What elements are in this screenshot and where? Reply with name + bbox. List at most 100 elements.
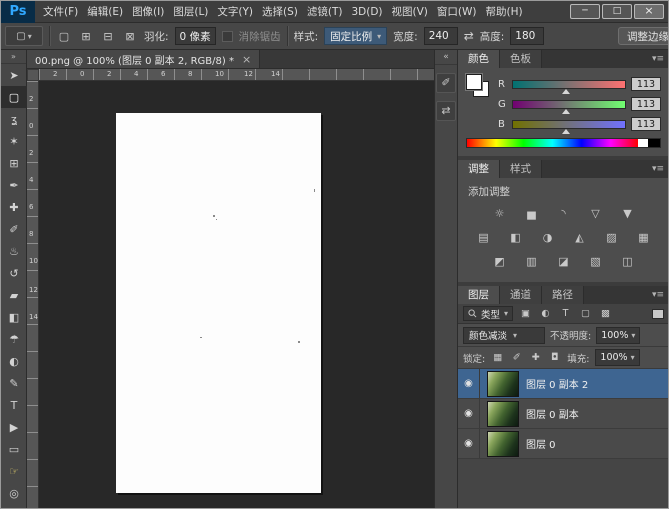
slider-thumb-icon[interactable] — [562, 109, 570, 114]
clone-stamp-tool[interactable]: ♨ — [1, 240, 27, 262]
feather-input[interactable]: 0 像素 — [175, 27, 216, 45]
canvas-page[interactable] — [116, 113, 321, 493]
adjustment-color-balance-icon[interactable]: ◧ — [506, 229, 526, 245]
expand-panels-icon[interactable]: « — [435, 50, 457, 65]
document-tab[interactable]: 00.png @ 100% (图层 0 副本 2, RGB/8) * × — [27, 50, 260, 68]
menu-3d[interactable]: 3D(D) — [351, 1, 382, 23]
antialias-checkbox[interactable] — [222, 31, 233, 42]
blend-mode-select[interactable]: 颜色减淡 ▾ — [463, 327, 545, 344]
dodge-tool[interactable]: ◐ — [1, 350, 27, 372]
minimize-button[interactable]: ─ — [570, 4, 600, 19]
layer-row[interactable]: ◉ 图层 0 副本 — [458, 399, 669, 429]
adjustment-hue-saturation-icon[interactable]: ▤ — [474, 229, 494, 245]
tool-preset-dropdown[interactable]: ▢ ▾ — [5, 26, 43, 46]
healing-brush-tool[interactable]: ✚ — [1, 196, 27, 218]
ruler-origin-box[interactable] — [27, 69, 39, 81]
menu-edit[interactable]: 编辑(E) — [87, 1, 123, 23]
adjustment-posterize-icon[interactable]: ▥ — [522, 253, 542, 269]
menu-file[interactable]: 文件(F) — [43, 1, 78, 23]
filter-shape-layers-icon[interactable]: ▢ — [578, 308, 593, 319]
layer-row[interactable]: ◉ 图层 0 — [458, 429, 669, 459]
collapsed-clone-source-panel-icon[interactable]: ⇄ — [436, 101, 456, 121]
canvas-viewport[interactable] — [39, 81, 434, 509]
shape-tool[interactable]: ▭ — [1, 438, 27, 460]
layer-visibility-toggle[interactable]: ◉ — [458, 429, 480, 458]
adjustment-photo-filter-icon[interactable]: ◭ — [570, 229, 590, 245]
foreground-background-swatches[interactable] — [466, 74, 490, 98]
gradient-tool[interactable]: ◧ — [1, 306, 27, 328]
tab-paths[interactable]: 路径 — [542, 286, 584, 304]
adjustment-invert-icon[interactable]: ◩ — [490, 253, 510, 269]
toolstrip-collapse-icon[interactable]: » — [1, 50, 26, 64]
close-button[interactable]: × — [634, 4, 664, 19]
foreground-color-swatch[interactable] — [466, 74, 482, 90]
eyedropper-tool[interactable]: ✒ — [1, 174, 27, 196]
history-brush-tool[interactable]: ↺ — [1, 262, 27, 284]
move-tool[interactable]: ➤ — [1, 64, 27, 86]
tab-color[interactable]: 颜色 — [458, 50, 500, 68]
layer-visibility-toggle[interactable]: ◉ — [458, 399, 480, 428]
adjustment-selective-color-icon[interactable]: ◫ — [618, 253, 638, 269]
panel-menu-icon[interactable]: ▾≡ — [652, 50, 669, 68]
panel-menu-icon[interactable]: ▾≡ — [652, 286, 669, 304]
lasso-tool[interactable]: ʓ — [1, 108, 27, 130]
menu-filter[interactable]: 滤镜(T) — [307, 1, 343, 23]
panel-menu-icon[interactable]: ▾≡ — [652, 160, 669, 178]
filter-adjustment-layers-icon[interactable]: ◐ — [538, 308, 553, 319]
layer-filter-select[interactable]: 类型 ▾ — [463, 306, 513, 321]
filter-smart-objects-icon[interactable]: ▩ — [598, 308, 613, 319]
red-value-field[interactable]: 113 — [631, 77, 661, 91]
subtract-from-selection-icon[interactable]: ⊟ — [100, 30, 116, 43]
layer-row[interactable]: ◉ 图层 0 副本 2 — [458, 369, 669, 399]
adjustment-exposure-icon[interactable]: ▽ — [586, 205, 606, 221]
tab-channels[interactable]: 通道 — [500, 286, 542, 304]
spectrum-black-swatch[interactable] — [648, 139, 660, 147]
layer-name[interactable]: 图层 0 — [526, 436, 556, 451]
spectrum-white-swatch[interactable] — [638, 139, 648, 147]
blue-slider[interactable] — [512, 120, 626, 129]
pen-tool[interactable]: ✎ — [1, 372, 27, 394]
adjustment-vibrance-icon[interactable]: ▼ — [618, 205, 638, 221]
menu-layer[interactable]: 图层(L) — [173, 1, 208, 23]
adjustment-brightness-contrast-icon[interactable]: ☼ — [490, 205, 510, 221]
filter-pixel-layers-icon[interactable]: ▣ — [518, 308, 533, 319]
lock-all-icon[interactable]: ◘ — [548, 352, 561, 363]
menu-type[interactable]: 文字(Y) — [217, 1, 253, 23]
tab-styles[interactable]: 样式 — [500, 160, 542, 178]
menu-image[interactable]: 图像(I) — [132, 1, 164, 23]
zoom-tool[interactable]: ◎ — [1, 482, 27, 504]
adjustment-color-lookup-icon[interactable]: ▦ — [634, 229, 654, 245]
tab-close-icon[interactable]: × — [242, 53, 251, 66]
layer-thumbnail[interactable] — [487, 431, 519, 457]
menu-select[interactable]: 选择(S) — [262, 1, 298, 23]
swap-width-height-icon[interactable]: ⇄ — [464, 29, 474, 43]
brush-tool[interactable]: ✐ — [1, 218, 27, 240]
slider-thumb-icon[interactable] — [562, 129, 570, 134]
hue-ramp[interactable] — [467, 139, 638, 147]
lock-pixels-icon[interactable]: ✐ — [510, 352, 523, 363]
height-input[interactable]: 180 — [510, 27, 544, 45]
crop-tool[interactable]: ⊞ — [1, 152, 27, 174]
lock-transparency-icon[interactable]: ▦ — [491, 352, 504, 363]
tab-adjustments[interactable]: 调整 — [458, 160, 500, 178]
menu-help[interactable]: 帮助(H) — [486, 1, 523, 23]
tab-layers[interactable]: 图层 — [458, 286, 500, 304]
layer-filter-toggle[interactable] — [652, 309, 664, 319]
layer-name[interactable]: 图层 0 副本 — [526, 406, 579, 421]
adjustment-channel-mixer-icon[interactable]: ▨ — [602, 229, 622, 245]
layer-thumbnail[interactable] — [487, 401, 519, 427]
adjustment-threshold-icon[interactable]: ◪ — [554, 253, 574, 269]
slider-thumb-icon[interactable] — [562, 89, 570, 94]
add-to-selection-icon[interactable]: ⊞ — [78, 30, 94, 43]
intersect-selection-icon[interactable]: ⊠ — [122, 30, 138, 43]
menu-window[interactable]: 窗口(W) — [437, 1, 477, 23]
adjustment-black-white-icon[interactable]: ◑ — [538, 229, 558, 245]
layer-thumbnail[interactable] — [487, 371, 519, 397]
filter-type-layers-icon[interactable]: T — [558, 308, 573, 319]
quick-selection-tool[interactable]: ✶ — [1, 130, 27, 152]
new-selection-icon[interactable]: ▢ — [56, 30, 72, 43]
path-selection-tool[interactable]: ▶ — [1, 416, 27, 438]
layer-name[interactable]: 图层 0 副本 2 — [526, 376, 588, 391]
tab-swatches[interactable]: 色板 — [500, 50, 542, 68]
maximize-button[interactable]: □ — [602, 4, 632, 19]
